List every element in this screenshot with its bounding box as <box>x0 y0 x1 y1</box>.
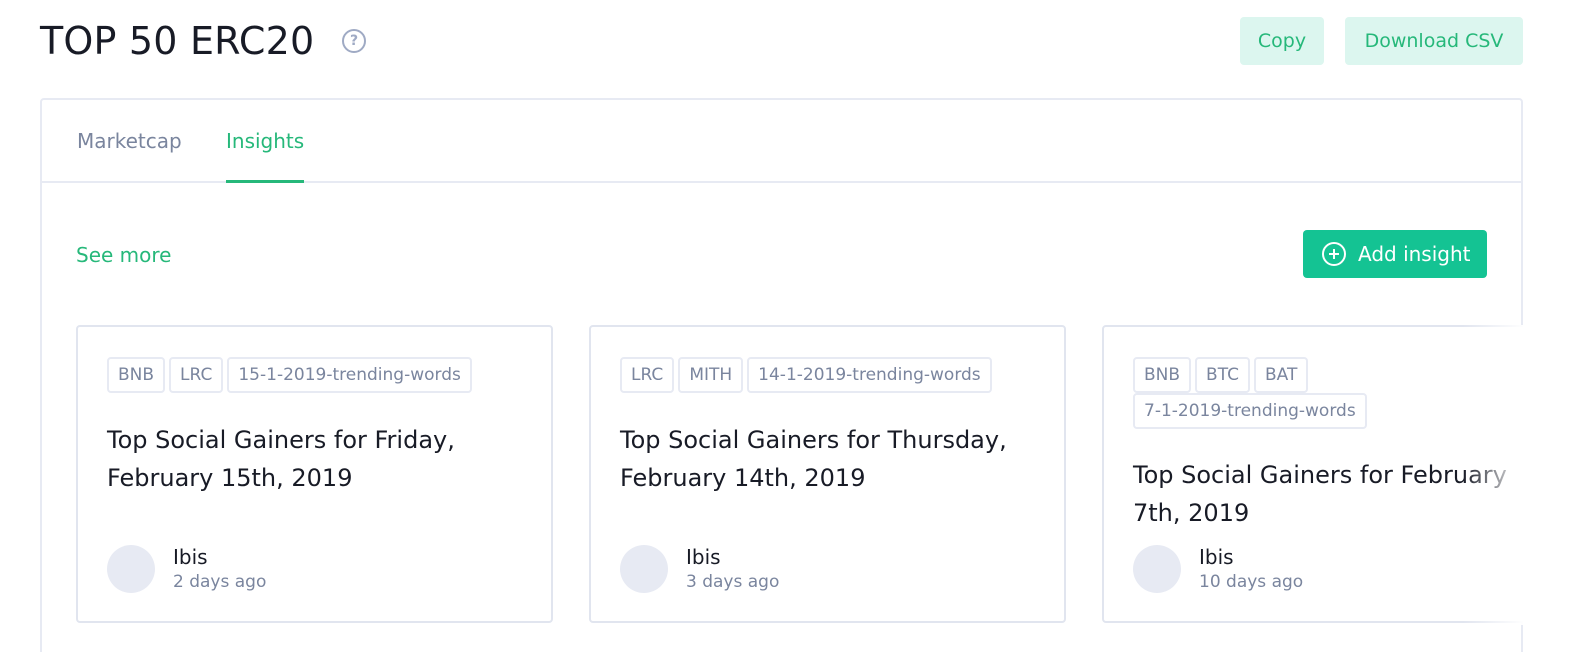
tag[interactable]: BNB <box>107 357 166 393</box>
avatar[interactable] <box>620 545 668 593</box>
insight-title[interactable]: Top Social Gainers for Friday, February … <box>107 421 547 497</box>
insight-card[interactable]: BNB BTC BAT7-1-2019-trending-words Top Soc… <box>1102 325 1523 623</box>
tag-list: BNB BTC BAT7-1-2019-trending-words <box>1133 357 1383 429</box>
insight-card[interactable]: LRC MITH 14-1-2019-trending-words Top Soci… <box>589 325 1066 623</box>
timestamp: 2 days ago <box>173 572 267 592</box>
page-title: TOP 50 ERC20 <box>40 19 315 63</box>
timestamp: 10 days ago <box>1199 572 1304 592</box>
tag[interactable]: 15-1-2019-trending-words <box>227 357 472 393</box>
insights-panel: Marketcap Insights See more Add insight … <box>40 98 1523 652</box>
tag[interactable]: 14-1-2019-trending-words <box>747 357 992 393</box>
question-circle-icon[interactable]: ? <box>342 29 366 53</box>
tag[interactable]: BTC <box>1195 357 1250 393</box>
tag[interactable]: BNB <box>1133 357 1192 393</box>
download-csv-button[interactable]: Download CSV <box>1345 17 1523 65</box>
see-more-link[interactable]: See more <box>76 242 171 268</box>
insight-cards: BNB LRC 15-1-2019-trending-words Top Socia… <box>76 325 1523 625</box>
plus-circle-icon <box>1322 242 1346 266</box>
tag-list: LRC MITH 14-1-2019-trending-words <box>620 357 1040 393</box>
scroll-fade-overlay <box>1463 325 1523 625</box>
tag-list: BNB LRC 15-1-2019-trending-words <box>107 357 527 393</box>
avatar[interactable] <box>1133 545 1181 593</box>
insight-title[interactable]: Top Social Gainers for Thursday, Februar… <box>620 421 1060 497</box>
timestamp: 3 days ago <box>686 572 780 592</box>
author-name[interactable]: Ibis <box>173 544 208 570</box>
tag[interactable]: BAT <box>1253 357 1309 393</box>
tab-marketcap[interactable]: Marketcap <box>77 128 182 154</box>
add-insight-button[interactable]: Add insight <box>1303 230 1487 278</box>
author-name[interactable]: Ibis <box>1199 544 1234 570</box>
author-name[interactable]: Ibis <box>686 544 721 570</box>
tag[interactable]: LRC <box>169 357 224 393</box>
avatar[interactable] <box>107 545 155 593</box>
add-insight-label: Add insight <box>1358 242 1471 266</box>
tag[interactable]: LRC <box>620 357 675 393</box>
tag[interactable]: 7-1-2019-trending-words <box>1133 393 1367 429</box>
copy-button[interactable]: Copy <box>1240 17 1324 65</box>
tab-insights[interactable]: Insights <box>226 128 305 183</box>
tab-bar: Marketcap Insights <box>42 100 1521 183</box>
tag[interactable]: MITH <box>678 357 744 393</box>
page-header: TOP 50 ERC20 ? Copy Download CSV <box>40 16 1523 66</box>
insight-card[interactable]: BNB LRC 15-1-2019-trending-words Top Socia… <box>76 325 553 623</box>
